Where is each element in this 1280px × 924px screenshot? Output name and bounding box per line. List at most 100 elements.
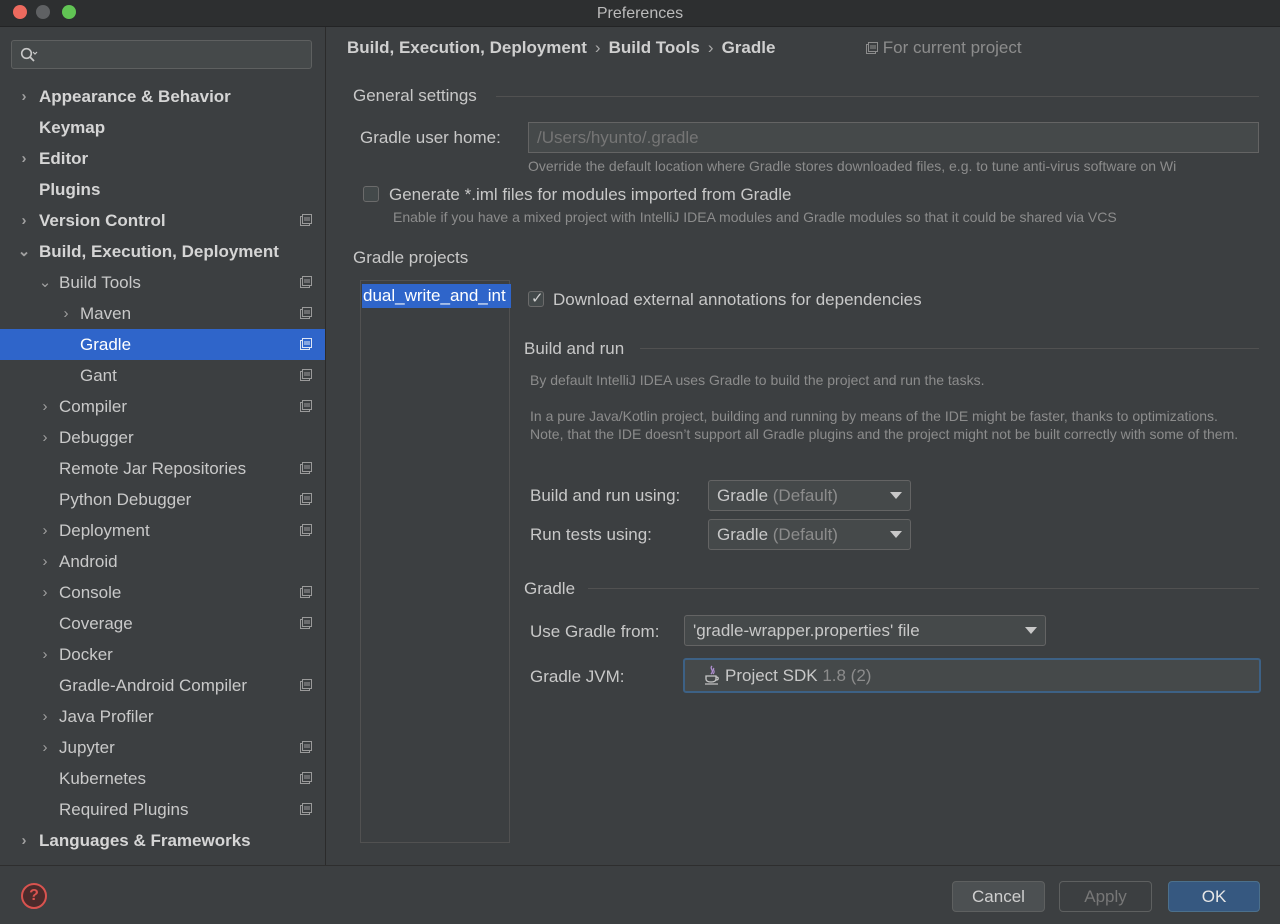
dropdown-arrow-icon (890, 531, 902, 538)
sidebar-item-android[interactable]: › Android (0, 546, 325, 577)
chevron-right-icon[interactable]: › (17, 205, 31, 236)
project-scope-icon (300, 524, 312, 536)
scope-label: For current project (882, 38, 1022, 57)
chevron-right-icon[interactable]: › (59, 298, 73, 329)
project-scope-icon (866, 42, 878, 54)
dialog-footer: ? Cancel Apply OK (0, 865, 1280, 924)
sidebar-item-tools[interactable]: › Tools (0, 856, 325, 865)
chevron-right-icon[interactable]: › (17, 143, 31, 174)
settings-main-panel: Build, Execution, Deployment › Build Tools… (326, 27, 1280, 865)
settings-search-input[interactable] (11, 40, 312, 69)
sidebar-item-languages-frameworks[interactable]: › Languages & Frameworks (0, 825, 325, 856)
build-run-using-select[interactable]: Gradle (Default) (708, 480, 911, 511)
project-scope-icon (300, 772, 312, 784)
breadcrumb-separator: › (594, 38, 601, 57)
chevron-right-icon[interactable]: › (17, 825, 31, 856)
chevron-right-icon[interactable]: › (38, 422, 52, 453)
chevron-down-icon[interactable]: ⌄ (38, 267, 52, 298)
project-scope-icon (300, 741, 312, 753)
sidebar-item-gant[interactable]: Gant (0, 360, 325, 391)
sidebar-item-deployment[interactable]: › Deployment (0, 515, 325, 546)
breadcrumb-gradle: Gradle (721, 38, 776, 57)
gradle-projects-list[interactable]: dual_write_and_int (360, 280, 511, 843)
breadcrumb-build-tools[interactable]: Build Tools (609, 38, 700, 57)
dropdown-arrow-icon (1025, 627, 1037, 634)
sidebar-item-gradle[interactable]: Gradle (0, 329, 325, 360)
chevron-right-icon[interactable]: › (38, 577, 52, 608)
project-scope-icon (300, 493, 312, 505)
chevron-right-icon[interactable]: › (38, 546, 52, 577)
gradle-user-home-label: Gradle user home: (360, 128, 501, 147)
gradle-projects-heading: Gradle projects (353, 248, 469, 267)
gradle-jvm-label: Gradle JVM: (530, 667, 625, 686)
gradle-user-home-hint: Override the default location where Grad… (528, 158, 1177, 174)
sidebar-item-debugger[interactable]: › Debugger (0, 422, 325, 453)
sidebar-item-gradle-android-compiler[interactable]: Gradle-Android Compiler (0, 670, 325, 701)
sidebar-item-build-execution-deployment[interactable]: ⌄ Build, Execution, Deployment (0, 236, 325, 267)
gradle-jvm-select[interactable]: Project SDK 1.8 (2) (683, 658, 1261, 693)
breadcrumb: Build, Execution, Deployment › Build Tools… (347, 38, 775, 58)
generate-iml-label[interactable]: Generate *.iml files for modules importe… (389, 185, 792, 205)
use-gradle-from-select[interactable]: 'gradle-wrapper.properties' file (684, 615, 1046, 646)
chevron-right-icon[interactable]: › (38, 515, 52, 546)
project-scope-icon (300, 400, 312, 412)
build-run-note: In a pure Java/Kotlin project, building … (530, 408, 1239, 442)
download-annotations-checkbox[interactable] (528, 289, 544, 307)
settings-sidebar: › Appearance & Behavior Keymap › Editor … (0, 27, 326, 865)
title-bar: Preferences (0, 0, 1280, 27)
help-button[interactable]: ? (21, 883, 47, 909)
chevron-right-icon[interactable]: › (38, 639, 52, 670)
sidebar-item-kubernetes[interactable]: Kubernetes (0, 763, 325, 794)
chevron-right-icon[interactable]: › (17, 81, 31, 112)
sidebar-item-appearance-behavior[interactable]: › Appearance & Behavior (0, 81, 325, 112)
breadcrumb-build-execution-deployment[interactable]: Build, Execution, Deployment (347, 38, 587, 57)
scope-indicator: For current project (866, 38, 1022, 58)
sidebar-item-docker[interactable]: › Docker (0, 639, 325, 670)
project-scope-icon (300, 586, 312, 598)
window-title: Preferences (596, 5, 684, 22)
generate-iml-checkbox[interactable] (363, 186, 379, 202)
cancel-button[interactable]: Cancel (952, 881, 1045, 912)
sidebar-item-jupyter[interactable]: › Jupyter (0, 732, 325, 763)
build-run-using-label: Build and run using: (530, 486, 681, 505)
chevron-right-icon[interactable]: › (38, 732, 52, 763)
chevron-right-icon[interactable]: › (38, 391, 52, 422)
search-icon (20, 47, 38, 62)
chevron-down-icon[interactable]: ⌄ (17, 236, 31, 267)
sidebar-item-required-plugins[interactable]: Required Plugins (0, 794, 325, 825)
section-divider (496, 96, 1259, 97)
sidebar-item-console[interactable]: › Console (0, 577, 325, 608)
chevron-right-icon[interactable]: › (17, 856, 31, 865)
sidebar-item-remote-jar-repositories[interactable]: Remote Jar Repositories (0, 453, 325, 484)
project-scope-icon (300, 617, 312, 629)
sidebar-item-maven[interactable]: › Maven (0, 298, 325, 329)
general-settings-heading: General settings (353, 86, 477, 105)
apply-button[interactable]: Apply (1059, 881, 1152, 912)
run-tests-using-select[interactable]: Gradle (Default) (708, 519, 911, 550)
project-scope-icon (300, 679, 312, 691)
use-gradle-from-label: Use Gradle from: (530, 622, 660, 641)
gradle-user-home-input[interactable] (528, 122, 1259, 153)
generate-iml-hint: Enable if you have a mixed project with … (393, 209, 1117, 225)
breadcrumb-separator: › (707, 38, 714, 57)
section-divider (588, 588, 1259, 589)
sidebar-item-coverage[interactable]: Coverage (0, 608, 325, 639)
download-annotations-label[interactable]: Download external annotations for depend… (553, 290, 922, 310)
section-divider (640, 348, 1259, 349)
sidebar-item-plugins[interactable]: Plugins (0, 174, 325, 205)
build-and-run-heading: Build and run (524, 339, 625, 358)
sidebar-item-compiler[interactable]: › Compiler (0, 391, 325, 422)
chevron-right-icon[interactable]: › (38, 701, 52, 732)
ok-button[interactable]: OK (1168, 881, 1260, 912)
sidebar-item-python-debugger[interactable]: Python Debugger (0, 484, 325, 515)
project-scope-icon (300, 803, 312, 815)
sidebar-item-build-tools[interactable]: ⌄ Build Tools (0, 267, 325, 298)
list-item[interactable]: dual_write_and_int (362, 284, 511, 308)
project-scope-icon (300, 338, 312, 350)
run-tests-using-label: Run tests using: (530, 525, 652, 544)
sidebar-item-keymap[interactable]: Keymap (0, 112, 325, 143)
project-scope-icon (300, 276, 312, 288)
sidebar-item-version-control[interactable]: › Version Control (0, 205, 325, 236)
sidebar-item-java-profiler[interactable]: › Java Profiler (0, 701, 325, 732)
sidebar-item-editor[interactable]: › Editor (0, 143, 325, 174)
